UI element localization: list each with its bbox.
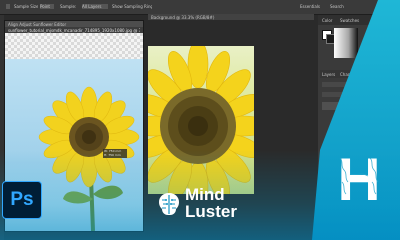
show-sampling-ring-checkbox[interactable]: Show Sampling Ring <box>112 4 152 9</box>
sample-size-label: Sample Size: <box>14 4 38 9</box>
eyedropper-tool-icon[interactable] <box>6 4 10 9</box>
h-logo-icon: H <box>337 148 380 206</box>
sample-select[interactable]: All Layers <box>82 4 108 9</box>
sample-size-select[interactable]: Point <box>40 4 54 9</box>
document-title-right[interactable]: Background @ 33.3% (RGB/8#) <box>151 15 301 20</box>
h-logo-letter: H <box>337 148 380 206</box>
document-tab-bar-right[interactable]: Background @ 33.3% (RGB/8#) <box>148 14 314 20</box>
mind-text: Mind <box>185 185 225 204</box>
brain-icon <box>159 193 179 215</box>
luster-text: Luster <box>185 202 237 221</box>
photoshop-logo-icon: Ps <box>2 181 42 219</box>
mind-luster-wordmark: Mind Luster <box>185 186 255 220</box>
sample-label: Sample: <box>60 4 77 9</box>
transparency-checkerboard <box>5 33 143 59</box>
photoshop-logo-text: Ps <box>10 189 34 210</box>
